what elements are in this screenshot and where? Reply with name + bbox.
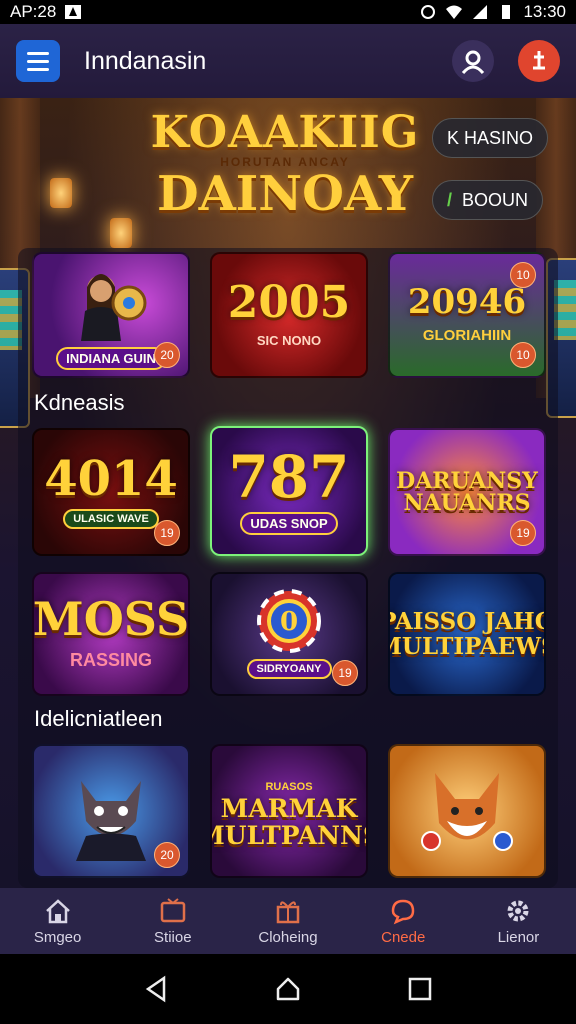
gift-icon bbox=[276, 900, 300, 923]
game-card[interactable]: RUASOS MARMAK MULTPANNS bbox=[210, 744, 368, 878]
game-card[interactable]: 2005 SIC NONO bbox=[210, 252, 368, 378]
game-card[interactable]: INDIANA GUIN 20 bbox=[32, 252, 190, 378]
notification-icon bbox=[65, 5, 82, 19]
section-title: Kdneasis bbox=[34, 390, 125, 415]
casino-chip-button[interactable]: K HASINO bbox=[432, 118, 549, 158]
nav-item-home[interactable]: Smgeo bbox=[0, 888, 115, 954]
lamp-decoration bbox=[50, 178, 72, 208]
alert-button[interactable] bbox=[518, 40, 560, 82]
svg-text:0: 0 bbox=[280, 607, 298, 637]
status-bar: AP:28 13:30 bbox=[0, 0, 576, 24]
sync-icon bbox=[421, 5, 436, 19]
casino-scene: KOAAKIIG HORUTAN ANCAY DAINOAY K HASINO … bbox=[0, 98, 576, 888]
game-card[interactable]: MOSS RASSING bbox=[32, 572, 190, 696]
tv-icon bbox=[160, 897, 186, 922]
poker-chip-icon: 0 bbox=[257, 589, 321, 653]
bottom-navigation: Smgeo Stiioe Cloheing Cnede Lienor bbox=[0, 888, 576, 954]
bell-icon bbox=[533, 51, 545, 70]
game-card[interactable]: 10 20946 GLORIAHIIN 10 bbox=[388, 252, 546, 378]
check-icon: / bbox=[447, 189, 453, 210]
count-badge: 10 bbox=[510, 262, 536, 288]
game-card[interactable]: 20 bbox=[32, 744, 190, 878]
count-badge: 20 bbox=[154, 342, 180, 368]
signal-icon bbox=[473, 5, 488, 19]
chat-icon bbox=[391, 899, 415, 924]
profile-button[interactable] bbox=[452, 40, 494, 82]
status-clock: 13:30 bbox=[523, 2, 566, 21]
nav-item-chat[interactable]: Cnede bbox=[346, 888, 461, 954]
section-title: Idelicniatleen bbox=[34, 706, 163, 731]
count-badge: 19 bbox=[510, 520, 536, 546]
game-card[interactable] bbox=[388, 744, 546, 878]
user-icon bbox=[461, 50, 485, 74]
count-badge: 19 bbox=[154, 520, 180, 546]
fox-character-icon bbox=[421, 773, 513, 851]
system-navigation-bar bbox=[0, 954, 576, 1024]
count-badge: 19 bbox=[332, 660, 358, 686]
gear-icon bbox=[507, 900, 529, 921]
nav-item-tv[interactable]: Stiioe bbox=[115, 888, 230, 954]
app-title: Inndanasin bbox=[84, 46, 207, 75]
casino-logo: KOAAKIIG HORUTAN ANCAY DAINOAY bbox=[150, 107, 420, 222]
status-time: AP:28 bbox=[10, 2, 57, 21]
battery-icon bbox=[502, 5, 511, 19]
wifi-icon bbox=[446, 5, 463, 19]
game-card[interactable]: DARUANSY NAUANRS 19 bbox=[388, 428, 546, 556]
count-badge: 10 bbox=[510, 342, 536, 368]
back-icon[interactable] bbox=[142, 975, 170, 1003]
home-circle-icon[interactable] bbox=[274, 975, 302, 1003]
home-icon bbox=[45, 898, 70, 923]
menu-button[interactable] bbox=[16, 40, 60, 82]
game-card[interactable]: 4014 ULASIC WAVE 19 bbox=[32, 428, 190, 556]
game-card[interactable]: 0 SIDRYOANY 19 bbox=[210, 572, 368, 696]
game-card[interactable]: PAISSO JAHO MULTIPAEWS bbox=[388, 572, 546, 696]
nav-item-settings[interactable]: Lienor bbox=[461, 888, 576, 954]
wolf-character-icon bbox=[76, 781, 146, 861]
count-badge: 20 bbox=[154, 842, 180, 868]
nav-item-gift[interactable]: Cloheing bbox=[230, 888, 345, 954]
game-card[interactable]: 787 UDAS SNOP bbox=[210, 426, 368, 556]
bonus-chip-button[interactable]: / BOOUN bbox=[432, 180, 544, 220]
recents-icon[interactable] bbox=[406, 975, 434, 1003]
character-icon bbox=[81, 273, 147, 341]
menu-icon bbox=[27, 51, 49, 55]
app-bar: Inndanasin bbox=[0, 24, 576, 98]
